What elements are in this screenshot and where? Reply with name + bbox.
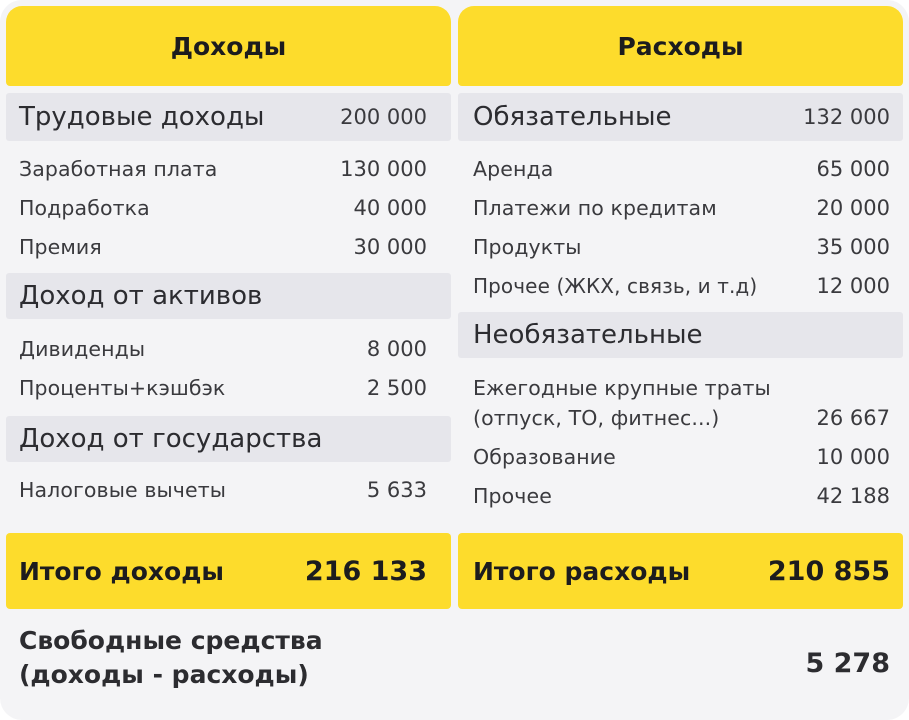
item-label-line2: (отпуск, ТО, фитнес...) [473,406,720,430]
budget-card: Доходы Трудовые доходы 200 000 Заработна… [0,0,909,720]
income-section-state: Доход от государства [6,416,451,462]
list-item: Заработная плата 130 000 [19,154,427,184]
free-funds-label-line2: (доходы - расходы) [19,660,309,689]
item-label: Аренда [473,157,554,181]
section-label: Трудовые доходы [19,102,265,132]
list-item: Премия 30 000 [19,232,427,262]
item-value: 8 000 [366,337,427,361]
item-value: 65 000 [816,157,890,181]
list-item: Дивиденды 8 000 [19,334,427,364]
list-item: Образование 10 000 [473,442,890,472]
total-label: Итого доходы [19,556,224,586]
item-value: 12 000 [816,274,890,298]
section-label: Необязательные [473,320,703,350]
free-funds-label-line1: Свободные средства [19,626,323,655]
item-value: 2 500 [366,376,427,400]
section-label: Обязательные [473,102,672,132]
item-value: 5 633 [366,478,427,502]
section-label: Доход от активов [19,281,263,311]
section-value: 132 000 [803,105,890,129]
item-value: 42 188 [816,484,890,508]
list-item: Подработка 40 000 [19,193,427,223]
free-funds-value: 5 278 [805,648,890,679]
item-value: 130 000 [340,157,427,181]
list-item: Ежегодные крупные траты (отпуск, ТО, фит… [473,373,890,433]
expenses-header: Расходы [458,6,903,86]
list-item: Аренда 65 000 [473,154,890,184]
income-section-labor: Трудовые доходы 200 000 [6,93,451,141]
income-header: Доходы [6,6,451,86]
income-title: Доходы [170,31,287,61]
list-item: Проценты+кэшбэк 2 500 [19,373,427,403]
income-section-assets: Доход от активов [6,273,451,319]
list-item: Платежи по кредитам 20 000 [473,193,890,223]
item-label: Премия [19,235,102,259]
list-item: Налоговые вычеты 5 633 [19,475,427,505]
item-label: Продукты [473,235,582,259]
total-value: 216 133 [304,555,427,587]
total-label: Итого расходы [473,556,691,586]
item-label: Дивиденды [19,337,146,361]
income-total: Итого доходы 216 133 [6,533,451,609]
list-item: Продукты 35 000 [473,232,890,262]
expenses-title: Расходы [617,31,744,61]
item-label: Прочее [473,484,552,508]
item-value: 10 000 [816,445,890,469]
free-funds-row: Свободные средства (доходы - расходы) 5 … [6,618,903,714]
item-label: Налоговые вычеты [19,478,227,502]
item-label: Прочее (ЖКХ, связь, и т.д) [473,274,758,298]
expenses-section-optional: Необязательные [458,312,903,358]
list-item: Прочее (ЖКХ, связь, и т.д) 12 000 [473,271,890,301]
item-label: Заработная плата [19,157,218,181]
item-label: Платежи по кредитам [473,196,717,220]
list-item: Прочее 42 188 [473,481,890,511]
item-label: Образование [473,445,616,469]
section-label: Доход от государства [19,424,323,454]
item-value: 35 000 [816,235,890,259]
item-label: Подработка [19,196,150,220]
item-value: 40 000 [353,196,427,220]
item-value: 20 000 [816,196,890,220]
expenses-section-mandatory: Обязательные 132 000 [458,93,903,141]
expenses-total: Итого расходы 210 855 [458,533,903,609]
item-value: 30 000 [353,235,427,259]
item-label-line1: Ежегодные крупные траты [473,376,771,400]
item-label: Проценты+кэшбэк [19,376,226,400]
section-value: 200 000 [340,105,427,129]
item-value: 26 667 [816,406,890,430]
total-value: 210 855 [767,555,890,587]
